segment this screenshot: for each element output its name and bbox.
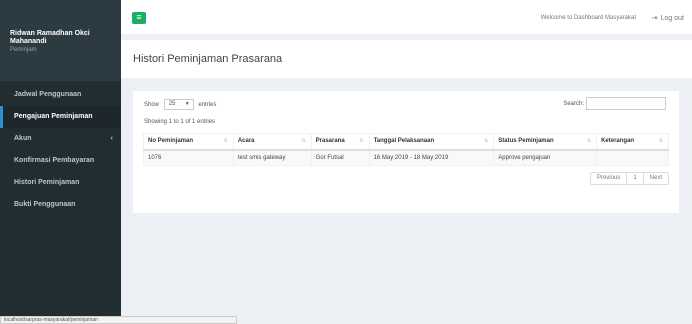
logout-icon: ⇥ [651,15,658,22]
cell-tanggal-pelaksanaan: 16 May 2019 - 18 May 2019 [368,149,495,166]
entries-select[interactable]: 25 ▼ [163,99,194,110]
column-header-label: Tanggal Pelaksanaan [373,138,435,145]
sidebar-item-label: Histori Peminjaman [14,179,80,186]
sidebar-item-akun[interactable]: Akun ‹ [0,128,121,150]
search-label: Search: [563,100,584,107]
cell-acara: test smis gateway [232,149,312,166]
sidebar: Ridwan Ramadhan Okci Mahanandi Peminjam … [0,0,121,324]
sidebar-item-label: Bukti Penggunaan [14,201,76,208]
column-header-tanggal-pelaksanaan[interactable]: Tanggal Pelaksanaan ⇅ [368,133,495,151]
column-header-acara[interactable]: Acara ⇅ [232,133,312,151]
top-navbar: ≡ Welcome to Dashboard Masyarakat ⇥ Log o… [121,0,692,34]
table-search: Search: [563,97,666,110]
column-header-label: Status Peminjaman [498,138,554,145]
sort-icon: ⇅ [586,138,592,144]
hamburger-icon: ≡ [136,12,142,22]
pagination-next-button[interactable]: Next [644,173,668,184]
sidebar-item-label: Jadwal Penggunaan [14,91,82,98]
sidebar-item-label: Pengajuan Peminjaman [14,113,93,120]
history-table: No Peminjaman ⇅ Acara ⇅ Prasarana ⇅ Tanggal… [143,133,669,166]
user-panel: Ridwan Ramadhan Okci Mahanandi Peminjam [0,0,121,81]
table-header-row: No Peminjaman ⇅ Acara ⇅ Prasarana ⇅ Tanggal… [143,133,669,151]
sidebar-item-pengajuan-peminjaman[interactable]: Pengajuan Peminjaman [0,106,121,128]
user-role: Peminjam [10,47,37,53]
history-table-box: Show 25 ▼ entries Search: Showing 1 to 1 … [133,91,679,213]
cell-keterangan [596,149,669,166]
sort-icon: ⇅ [301,138,306,144]
logout-button[interactable]: ⇥ Log out [652,14,684,22]
sidebar-item-jadwal-penggunaan[interactable]: Jadwal Penggunaan [0,84,121,106]
content-header: Histori Peminjaman Prasarana [121,40,692,78]
sidebar-item-label: Akun [14,135,32,142]
user-name: Ridwan Ramadhan Okci Mahanandi [10,30,90,45]
column-header-label: Keterangan [601,138,635,145]
table-row: 1076 test smis gateway Gor Futsal 16 May… [143,149,669,166]
sidebar-item-bukti-penggunaan[interactable]: Bukti Penggunaan [0,194,121,216]
column-header-keterangan[interactable]: Keterangan ⇅ [596,133,669,151]
search-input[interactable] [586,97,666,110]
cell-no-peminjaman: 1076 [143,149,234,166]
entries-length-control: Show 25 ▼ entries [144,99,216,110]
column-header-prasarana[interactable]: Prasarana ⇅ [310,133,370,151]
browser-status-bar: localhost/sarpras-masyarakat/peminjaman [0,316,237,324]
welcome-text: Welcome to Dashboard Masyarakat [540,15,636,21]
table-info: Showing 1 to 1 of 1 entries [144,119,216,125]
pagination-previous-button[interactable]: Previous [591,173,628,184]
sort-icon: ⇅ [223,138,228,144]
column-header-status-peminjaman[interactable]: Status Peminjaman ⇅ [493,133,598,151]
chevron-down-icon: ▼ [184,101,190,107]
cell-prasarana: Gor Futsal [310,149,370,166]
sidebar-menu: Jadwal Penggunaan Pengajuan Peminjaman A… [0,84,121,216]
entries-label: entries [198,102,217,109]
sort-icon: ⇅ [484,138,489,144]
column-header-label: Prasarana [315,138,345,145]
menu-toggle-button[interactable]: ≡ [132,12,146,24]
column-header-label: No Peminjaman [148,138,194,145]
chevron-left-icon: ‹ [110,135,113,142]
sidebar-item-label: Konfirmasi Pembayaran [14,157,95,164]
show-label: Show [144,102,160,109]
sidebar-item-histori-peminjaman[interactable]: Histori Peminjaman [0,172,121,194]
page-title: Histori Peminjaman Prasarana [133,53,283,65]
sort-icon: ⇅ [658,138,663,144]
cell-status-peminjaman: Approve pengajuan [493,149,598,166]
logout-label: Log out [660,15,684,22]
column-header-no-peminjaman[interactable]: No Peminjaman ⇅ [143,133,234,151]
pagination: Previous 1 Next [589,172,669,185]
sidebar-item-konfirmasi-pembayaran[interactable]: Konfirmasi Pembayaran [0,150,121,172]
column-header-label: Acara [237,138,255,145]
sort-icon: ⇅ [359,138,364,144]
entries-value: 25 [168,101,176,107]
pagination-page-1[interactable]: 1 [627,173,644,184]
